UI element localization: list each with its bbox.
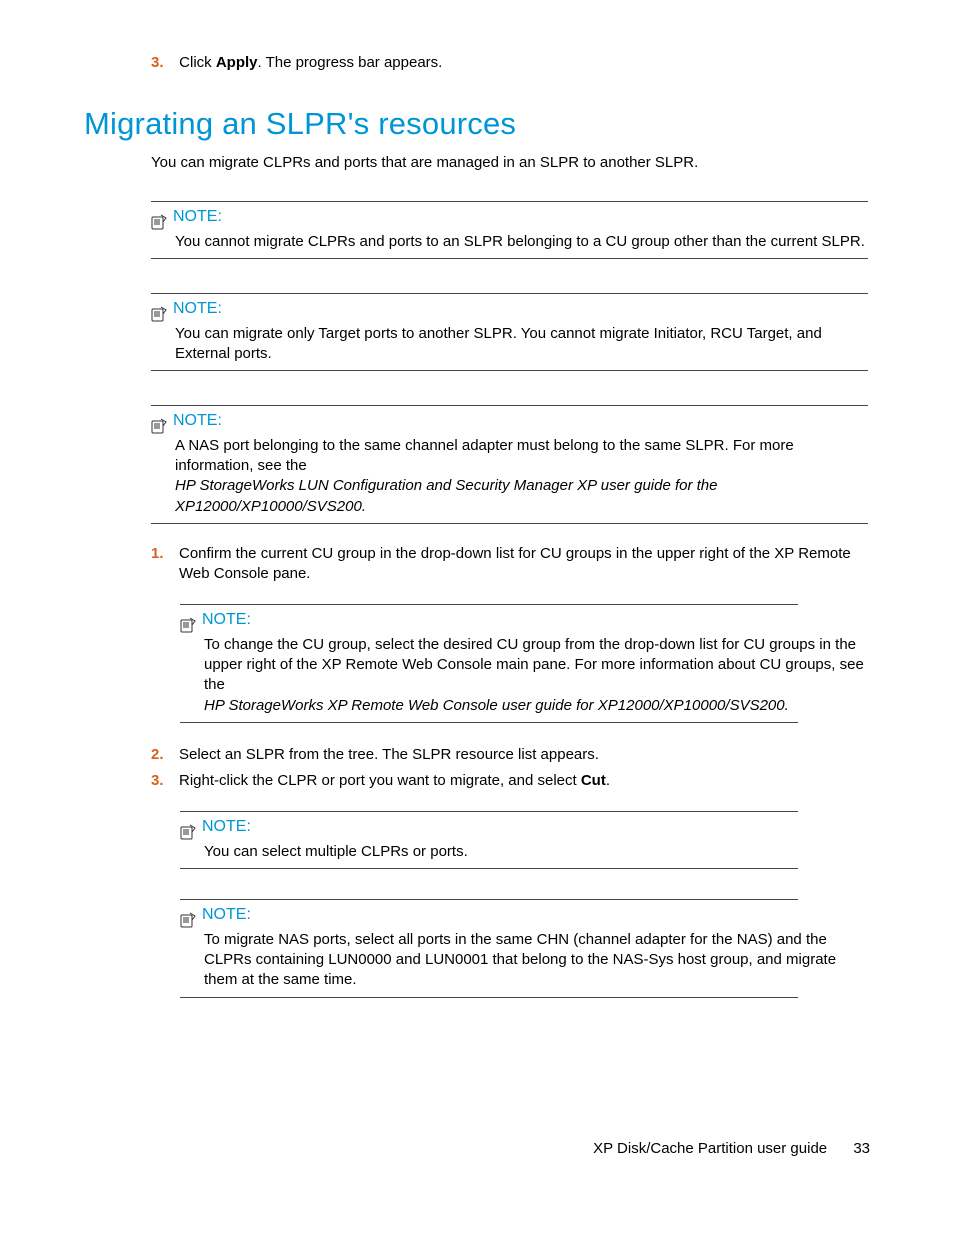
note-block: NOTE: A NAS port belonging to the same c… — [151, 405, 870, 524]
note-block: NOTE: To change the CU group, select the… — [180, 604, 870, 723]
note-body: You can migrate only Target ports to ano… — [175, 324, 868, 365]
step-text: Confirm the current CU group in the drop… — [179, 544, 870, 585]
note-body: To migrate NAS ports, select all ports i… — [204, 930, 868, 991]
section-intro: You can migrate CLPRs and ports that are… — [151, 153, 870, 173]
note-icon — [180, 617, 196, 633]
note-block: NOTE: To migrate NAS ports, select all p… — [180, 899, 870, 997]
step-list: 1. Confirm the current CU group in the d… — [151, 544, 870, 585]
note-label: NOTE: — [202, 904, 251, 926]
note-label: NOTE: — [173, 410, 222, 432]
note-body: You can select multiple CLPRs or ports. — [204, 842, 868, 862]
step-item-prev: 3. Click Apply. The progress bar appears… — [151, 53, 870, 73]
step-number: 2. — [151, 745, 179, 765]
note-icon — [151, 418, 167, 434]
step-number: 1. — [151, 544, 179, 585]
document-page: 3. Click Apply. The progress bar appears… — [0, 0, 954, 1235]
page-footer: XP Disk/Cache Partition user guide 33 — [593, 1139, 870, 1159]
step-number: 3. — [151, 53, 175, 73]
step-item: 2. Select an SLPR from the tree. The SLP… — [151, 745, 870, 765]
step-item: 1. Confirm the current CU group in the d… — [151, 544, 870, 585]
note-label: NOTE: — [173, 298, 222, 320]
step-text: Click Apply. The progress bar appears. — [179, 54, 442, 71]
note-label: NOTE: — [202, 609, 251, 631]
note-body: You cannot migrate CLPRs and ports to an… — [175, 232, 868, 252]
note-body: A NAS port belonging to the same channel… — [175, 436, 868, 517]
step-list: 2. Select an SLPR from the tree. The SLP… — [151, 745, 870, 792]
step-item: 3. Right-click the CLPR or port you want… — [151, 771, 870, 791]
note-block: NOTE: You can migrate only Target ports … — [151, 293, 870, 371]
footer-title: XP Disk/Cache Partition user guide — [593, 1140, 827, 1157]
note-icon — [180, 912, 196, 928]
step-number: 3. — [151, 771, 179, 791]
note-label: NOTE: — [173, 206, 222, 228]
step-text: Right-click the CLPR or port you want to… — [179, 771, 870, 791]
note-body: To change the CU group, select the desir… — [204, 635, 868, 716]
note-block: NOTE: You can select multiple CLPRs or p… — [180, 811, 870, 869]
page-number: 33 — [853, 1140, 870, 1157]
note-icon — [180, 824, 196, 840]
step-text: Select an SLPR from the tree. The SLPR r… — [179, 745, 870, 765]
section-heading: Migrating an SLPR's resources — [84, 103, 870, 145]
note-block: NOTE: You cannot migrate CLPRs and ports… — [151, 201, 870, 259]
note-icon — [151, 214, 167, 230]
note-icon — [151, 306, 167, 322]
note-label: NOTE: — [202, 816, 251, 838]
